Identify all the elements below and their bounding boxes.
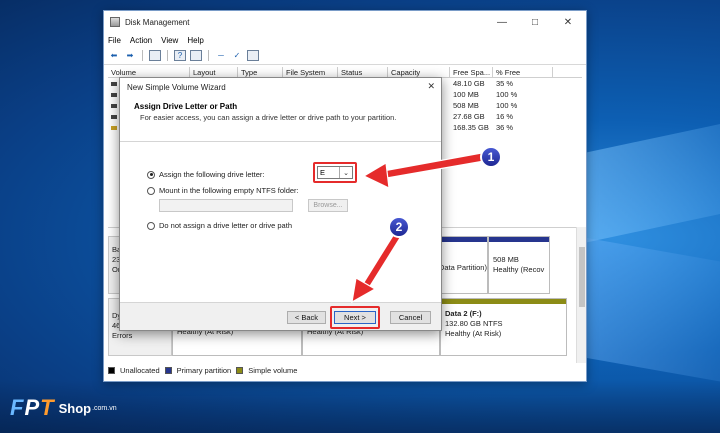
percent-free-cell: 36 % bbox=[496, 123, 514, 132]
free-space-cell: 48.10 GB bbox=[453, 79, 485, 88]
toolbar-separator bbox=[167, 50, 168, 61]
partition[interactable]: Data Partition) bbox=[434, 236, 488, 294]
partition[interactable]: Data 2 (F:) 132.80 GB NTFS Healthy (At R… bbox=[440, 298, 567, 356]
partition-size: 132.80 GB NTFS bbox=[445, 319, 503, 328]
toolbar: ⬅ ➡ ? ─ ✓ bbox=[104, 47, 586, 65]
legend: Unallocated Primary partition Simple vol… bbox=[108, 366, 297, 375]
partition[interactable]: 508 MB Healthy (Recov bbox=[488, 236, 550, 294]
disk-management-app-icon bbox=[110, 17, 120, 27]
browse-button[interactable]: Browse... bbox=[308, 199, 348, 212]
check-icon[interactable]: ✓ bbox=[231, 50, 243, 61]
properties-icon[interactable] bbox=[190, 50, 202, 61]
menu-bar: File Action View Help bbox=[104, 33, 586, 47]
percent-free-cell: 16 % bbox=[496, 112, 514, 121]
radio-assign-letter[interactable]: Assign the following drive letter: bbox=[147, 170, 264, 179]
percent-free-cell: 100 % bbox=[496, 101, 518, 110]
close-icon[interactable]: ✕ bbox=[427, 81, 435, 92]
radio-label: Assign the following drive letter: bbox=[159, 170, 265, 179]
column-header-percent-free[interactable]: % Free bbox=[493, 67, 553, 77]
radio-mount-folder[interactable]: Mount in the following empty NTFS folder… bbox=[147, 186, 299, 195]
partition-status: Healthy (Recov bbox=[493, 265, 545, 274]
vertical-scrollbar[interactable] bbox=[576, 227, 586, 363]
wizard-titlebar[interactable]: New Simple Volume Wizard bbox=[120, 78, 441, 96]
fpt-shop-logo: F P T Shop .com.vn bbox=[10, 395, 117, 421]
toolbar-separator bbox=[142, 50, 143, 61]
column-header-type[interactable]: Type bbox=[238, 67, 283, 77]
drive-icon bbox=[111, 93, 117, 98]
logo-letter-f: F bbox=[10, 395, 23, 420]
menu-help[interactable]: Help bbox=[187, 36, 203, 45]
column-header-capacity[interactable]: Capacity bbox=[388, 67, 450, 77]
logo-letter-t: T bbox=[40, 395, 53, 420]
primary-swatch bbox=[164, 367, 172, 374]
toolbar-separator bbox=[208, 50, 209, 61]
wizard-footer: < Back Next > Cancel bbox=[120, 302, 441, 330]
back-button[interactable]: < Back bbox=[287, 311, 326, 324]
partition-bar bbox=[489, 237, 549, 242]
window-title: Disk Management bbox=[125, 17, 190, 27]
folder-path-input[interactable] bbox=[159, 199, 293, 212]
highlight-box bbox=[330, 306, 380, 329]
partition-name: Data 2 (F:) bbox=[445, 309, 482, 318]
cancel-button[interactable]: Cancel bbox=[390, 311, 431, 324]
minimize-icon[interactable]: — bbox=[488, 11, 516, 33]
radio-button[interactable] bbox=[147, 170, 155, 179]
radio-label: Mount in the following empty NTFS folder… bbox=[159, 186, 299, 195]
free-space-cell: 508 MB bbox=[453, 101, 479, 110]
list-view-icon[interactable] bbox=[247, 50, 259, 61]
connect-icon[interactable]: ─ bbox=[215, 50, 227, 61]
partition-size: 508 MB bbox=[493, 255, 519, 264]
percent-free-cell: 35 % bbox=[496, 79, 514, 88]
menu-view[interactable]: View bbox=[161, 36, 178, 45]
legend-simple: Simple volume bbox=[248, 366, 298, 375]
logo-domain-text: .com.vn bbox=[92, 404, 117, 412]
column-header-status[interactable]: Status bbox=[338, 67, 388, 77]
drive-icon bbox=[111, 82, 117, 87]
column-header-volume[interactable]: Volume bbox=[108, 67, 190, 77]
free-space-cell: 27.68 GB bbox=[453, 112, 485, 121]
wizard-body: Assign the following drive letter: E ⌄ M… bbox=[120, 142, 441, 302]
menu-file[interactable]: File bbox=[108, 36, 121, 45]
wizard-heading: Assign Drive Letter or Path bbox=[134, 102, 238, 111]
column-header-free-space[interactable]: Free Spa... bbox=[450, 67, 493, 77]
forward-arrow-icon[interactable]: ➡ bbox=[124, 50, 136, 61]
radio-no-assign[interactable]: Do not assign a drive letter or drive pa… bbox=[147, 221, 292, 230]
column-header-file-system[interactable]: File System bbox=[283, 67, 338, 77]
scrollbar-thumb[interactable] bbox=[579, 247, 585, 307]
maximize-icon[interactable]: □ bbox=[521, 11, 549, 33]
help-icon[interactable]: ? bbox=[174, 50, 186, 61]
back-arrow-icon[interactable]: ⬅ bbox=[108, 50, 120, 61]
console-tree-icon[interactable] bbox=[149, 50, 161, 61]
legend-unallocated: Unallocated bbox=[120, 366, 160, 375]
radio-button[interactable] bbox=[147, 186, 155, 195]
unallocated-swatch bbox=[108, 367, 115, 374]
logo-letter-p: P bbox=[24, 395, 39, 420]
column-header-layout[interactable]: Layout bbox=[190, 67, 238, 77]
simple-volume-swatch bbox=[236, 367, 244, 374]
partition-bar bbox=[435, 237, 487, 242]
free-space-cell: 168.35 GB bbox=[453, 123, 489, 132]
free-space-cell: 100 MB bbox=[453, 90, 479, 99]
drive-icon bbox=[111, 104, 117, 109]
partition-bar bbox=[441, 299, 566, 304]
close-icon[interactable]: ✕ bbox=[554, 11, 582, 33]
logo-shop-text: Shop bbox=[58, 400, 92, 416]
new-simple-volume-wizard: New Simple Volume Wizard ✕ Assign Drive … bbox=[119, 77, 442, 331]
wizard-header: Assign Drive Letter or Path For easier a… bbox=[120, 96, 441, 142]
menu-action[interactable]: Action bbox=[130, 36, 152, 45]
radio-button[interactable] bbox=[147, 221, 155, 230]
radio-label: Do not assign a drive letter or drive pa… bbox=[159, 221, 292, 230]
highlight-box bbox=[313, 162, 357, 183]
wizard-subheading: For easier access, you can assign a driv… bbox=[140, 113, 397, 122]
drive-icon bbox=[111, 115, 117, 120]
desktop-light-ray bbox=[575, 235, 720, 385]
disk-status: Errors bbox=[112, 331, 133, 340]
partition-status: Healthy (At Risk) bbox=[445, 329, 502, 338]
wizard-title: New Simple Volume Wizard bbox=[127, 82, 226, 92]
drive-warning-icon bbox=[111, 126, 117, 131]
partition-label: Data Partition) bbox=[439, 263, 487, 272]
legend-primary: Primary partition bbox=[176, 366, 232, 375]
percent-free-cell: 100 % bbox=[496, 90, 518, 99]
